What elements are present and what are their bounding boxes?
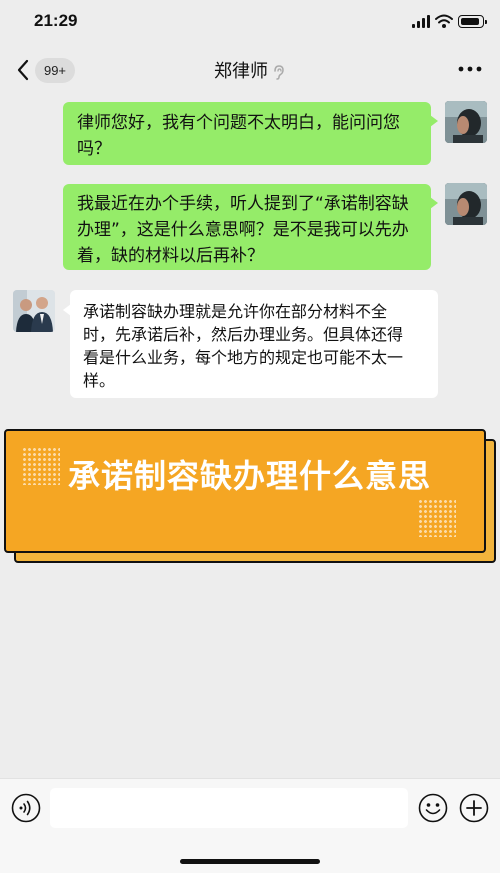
- user-avatar[interactable]: [445, 183, 487, 225]
- more-options-icon[interactable]: [458, 66, 482, 72]
- emoji-icon[interactable]: [418, 793, 448, 823]
- chat-input-bar: [0, 778, 500, 873]
- message-line: 着，缺的材料以后再补？: [77, 246, 264, 266]
- home-indicator[interactable]: [180, 859, 320, 864]
- message-bubble-outgoing[interactable]: 我最近在办个手续，听人提到了“承诺制容缺 办理”，这是什么意思啊？是不是我可以先…: [63, 184, 438, 270]
- lawyer-avatar[interactable]: [13, 290, 55, 332]
- voice-input-icon[interactable]: [11, 793, 41, 823]
- contact-name: 郑律师: [214, 61, 268, 82]
- message-line: 看是什么业务，每个地方的规定也可能不太一: [83, 348, 404, 367]
- banner-dot-pattern: [22, 447, 60, 485]
- message-text-input[interactable]: [50, 788, 408, 828]
- chat-title: 郑律师: [0, 57, 500, 83]
- status-bar: 21:29: [0, 0, 500, 46]
- message-line: 我最近在办个手续，听人提到了“承诺制容缺: [77, 194, 409, 214]
- wifi-icon: [435, 14, 453, 28]
- message-bubble-incoming[interactable]: 承诺制容缺办理就是允许你在部分材料不全 时，先承诺后补，然后办理业务。但具体还得…: [63, 290, 438, 398]
- message-line: 时，先承诺后补，然后办理业务。但具体还得: [83, 325, 404, 344]
- banner-dot-pattern: [418, 499, 456, 537]
- status-time: 21:29: [34, 11, 78, 30]
- battery-icon: [458, 15, 487, 28]
- user-avatar[interactable]: [445, 101, 487, 143]
- topic-banner: 承诺制容缺办理什么意思: [4, 429, 486, 553]
- message-line: 律师您好，我有个问题不太明白，能问问您: [77, 113, 400, 133]
- add-more-icon[interactable]: [459, 793, 489, 823]
- banner-title: 承诺制容缺办理什么意思: [68, 457, 432, 495]
- signal-icon: [412, 15, 430, 28]
- message-line: 样。: [83, 371, 116, 390]
- message-line: 承诺制容缺办理就是允许你在部分材料不全: [83, 302, 388, 321]
- ear-icon: [274, 65, 284, 80]
- message-bubble-outgoing[interactable]: 律师您好，我有个问题不太明白，能问问您 吗？: [63, 102, 438, 165]
- message-line: 办理”，这是什么意思啊？是不是我可以先办: [77, 220, 409, 240]
- message-line: 吗？: [77, 139, 111, 159]
